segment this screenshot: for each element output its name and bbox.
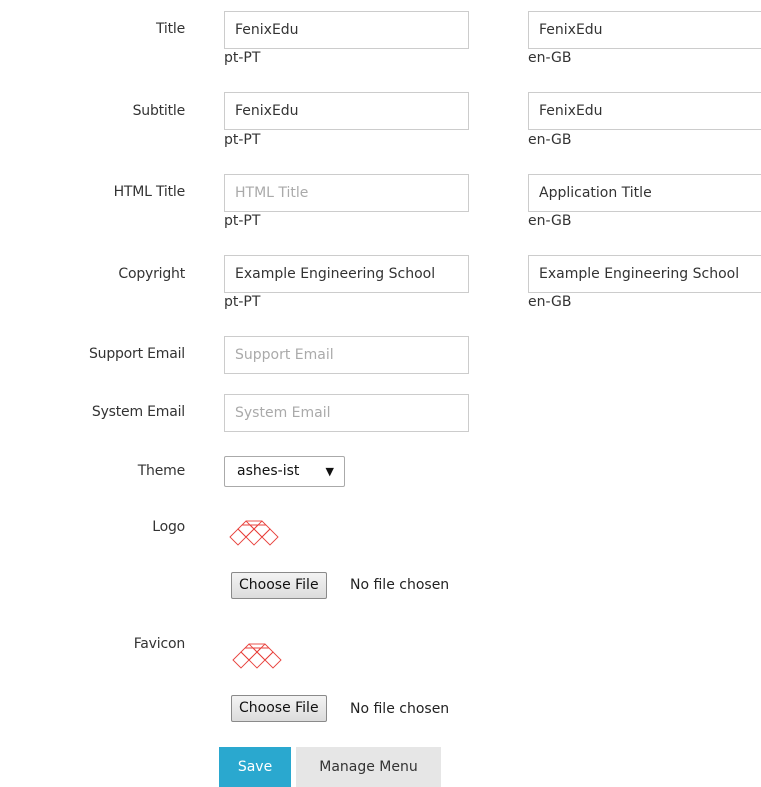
html-title-pt-input[interactable]: HTML Title xyxy=(224,174,469,212)
favicon-choose-file-button[interactable]: Choose File xyxy=(231,695,327,722)
subtitle-pt-input[interactable]: FenixEdu xyxy=(224,92,469,130)
copyright-label: Copyright xyxy=(118,266,185,282)
logo-lattice-icon xyxy=(229,520,279,546)
html-title-en-input[interactable]: Application Title xyxy=(528,174,761,212)
favicon-lattice-icon xyxy=(232,643,282,669)
dropdown-arrow-icon: ▼ xyxy=(325,465,334,478)
support-email-label: Support Email xyxy=(88,346,185,362)
subtitle-en-locale: en-GB xyxy=(528,132,572,148)
system-email-label: System Email xyxy=(91,404,185,420)
favicon-label: Favicon xyxy=(133,636,185,652)
favicon-file-status: No file chosen xyxy=(350,701,450,717)
subtitle-en-input[interactable]: FenixEdu xyxy=(528,92,761,130)
html-title-pt-locale: pt-PT xyxy=(224,213,261,229)
html-title-en-locale: en-GB xyxy=(528,213,572,229)
theme-selected-value: ashes-ist xyxy=(237,463,300,479)
configuration-form: Title FenixEdu pt-PT FenixEdu en-GB Subt… xyxy=(0,0,761,787)
title-en-input[interactable]: FenixEdu xyxy=(528,11,761,49)
system-email-input[interactable]: System Email xyxy=(224,394,469,432)
subtitle-pt-locale: pt-PT xyxy=(224,132,261,148)
logo-choose-file-button[interactable]: Choose File xyxy=(231,572,327,599)
copyright-en-input[interactable]: Example Engineering School xyxy=(528,255,761,293)
title-pt-locale: pt-PT xyxy=(224,50,261,66)
copyright-en-locale: en-GB xyxy=(528,294,572,310)
subtitle-label: Subtitle xyxy=(132,103,186,119)
save-button[interactable]: Save xyxy=(219,747,291,787)
title-pt-input[interactable]: FenixEdu xyxy=(224,11,469,49)
copyright-pt-locale: pt-PT xyxy=(224,294,261,310)
logo-file-status: No file chosen xyxy=(350,577,450,593)
title-en-locale: en-GB xyxy=(528,50,572,66)
logo-label: Logo xyxy=(152,519,185,535)
copyright-pt-input[interactable]: Example Engineering School xyxy=(224,255,469,293)
html-title-label: HTML Title xyxy=(113,184,186,200)
manage-menu-button[interactable]: Manage Menu xyxy=(296,747,441,787)
title-label: Title xyxy=(155,21,185,37)
theme-label: Theme xyxy=(137,463,185,479)
theme-select[interactable]: ashes-ist ▼ xyxy=(224,456,345,487)
support-email-input[interactable]: Support Email xyxy=(224,336,469,374)
